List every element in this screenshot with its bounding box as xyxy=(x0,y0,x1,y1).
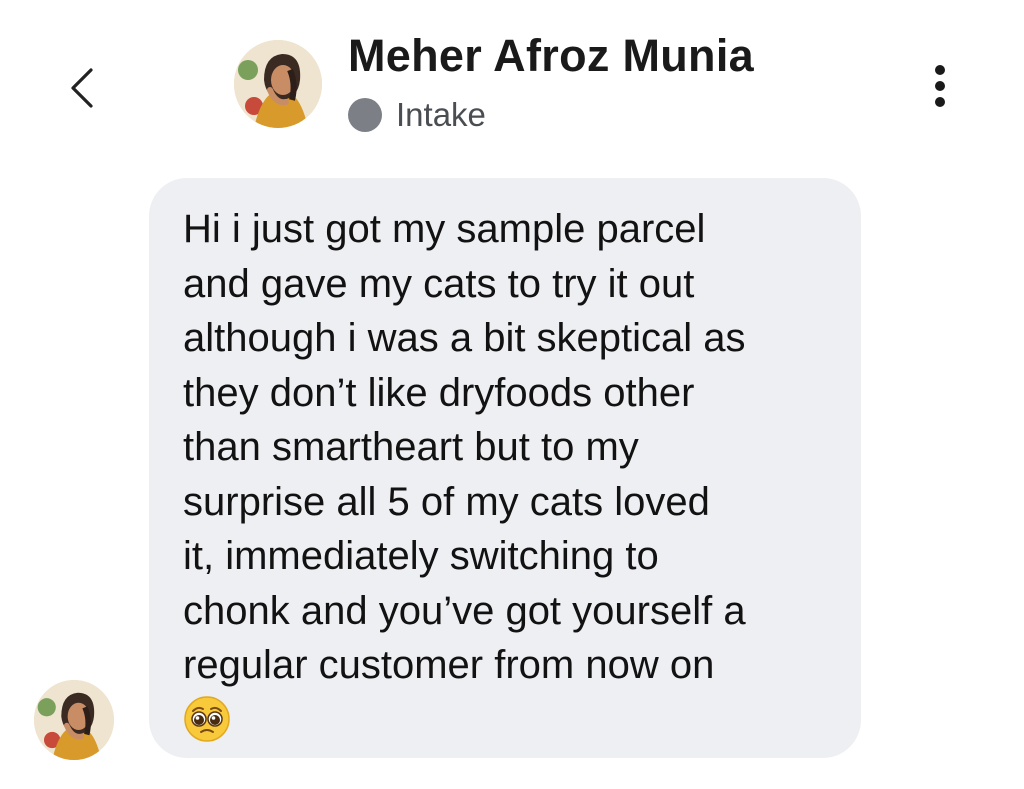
vertical-ellipsis-icon-dot xyxy=(935,97,945,107)
avatar-illustration xyxy=(34,680,114,760)
status-dot-icon xyxy=(348,98,382,132)
more-options-button[interactable] xyxy=(918,56,962,116)
sender-avatar[interactable] xyxy=(34,680,114,760)
contact-avatar[interactable] xyxy=(234,40,322,128)
chevron-left-icon xyxy=(71,68,93,108)
contact-status: Intake xyxy=(348,96,486,134)
message-text: Hi i just got my sample parcel and gave … xyxy=(183,207,746,687)
message-bubble[interactable]: Hi i just got my sample parcel and gave … xyxy=(149,178,861,758)
vertical-ellipsis-icon-dot xyxy=(935,81,945,91)
avatar-illustration xyxy=(234,40,322,128)
vertical-ellipsis-icon xyxy=(935,65,945,75)
pleading-face-emoji-icon xyxy=(184,695,230,742)
chat-screen: Meher Afroz Munia Intake Hi i just got m… xyxy=(0,0,1024,789)
contact-name[interactable]: Meher Afroz Munia xyxy=(348,30,754,82)
status-label: Intake xyxy=(396,96,486,133)
back-button[interactable] xyxy=(52,58,112,118)
